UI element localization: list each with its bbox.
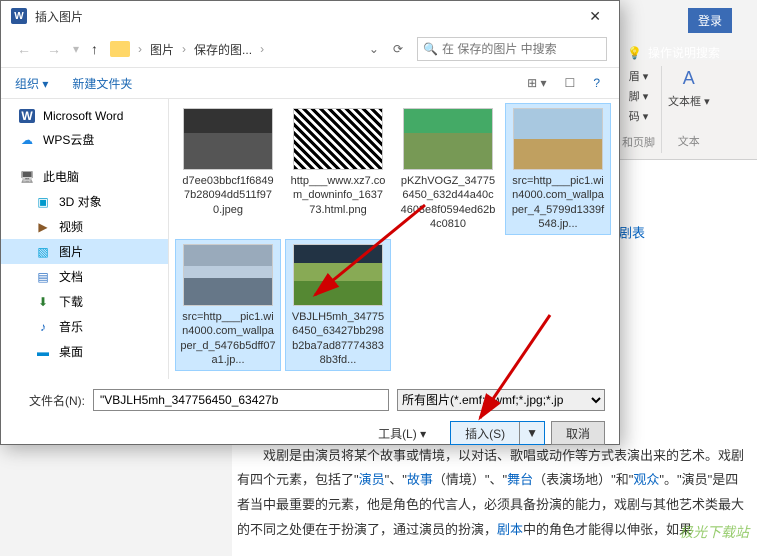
- file-item[interactable]: pKZhVOGZ_347756450_632d44a40c4603e8f0594…: [395, 103, 501, 235]
- sidebar-label: 下载: [59, 293, 83, 310]
- sidebar-item-6[interactable]: ▤ 文档: [1, 264, 168, 289]
- link-script[interactable]: 剧本: [497, 522, 523, 537]
- sidebar-icon: ▶: [35, 220, 51, 234]
- sidebar-item-9[interactable]: ▬ 桌面: [1, 339, 168, 364]
- watermark: 极光下载站: [679, 522, 749, 542]
- sidebar-item-7[interactable]: ⬇ 下载: [1, 289, 168, 314]
- word-icon: W: [11, 8, 27, 24]
- new-folder-button[interactable]: 新建文件夹: [72, 75, 132, 92]
- sidebar-label: 桌面: [59, 343, 83, 360]
- sidebar-label: 音乐: [59, 318, 83, 335]
- file-thumbnail: [293, 244, 383, 306]
- sidebar-icon: ▬: [35, 345, 51, 359]
- link-actor[interactable]: 演员: [359, 472, 385, 487]
- sidebar-item-8[interactable]: ♪ 音乐: [1, 314, 168, 339]
- file-item[interactable]: src=http___pic1.win4000.com_wallpaper_d_…: [175, 239, 281, 371]
- sidebar-label: 视频: [59, 218, 83, 235]
- ribbon-footer-btn[interactable]: 脚 ▾: [629, 88, 649, 104]
- ribbon-group-headerfooter: 和页脚: [622, 134, 655, 150]
- dialog-title: 插入图片: [35, 8, 83, 25]
- sidebar-item-3[interactable]: ▣ 3D 对象: [1, 189, 168, 214]
- sidebar-icon: W: [19, 109, 35, 123]
- link-stage[interactable]: 舞台: [507, 472, 533, 487]
- sidebar-icon: ☁: [19, 133, 35, 147]
- sidebar-icon: 🖥: [19, 170, 35, 184]
- file-list: d7ee03bbcf1f68497b28094dd511f970.jpeg htt…: [169, 99, 619, 379]
- search-icon: 🔍: [423, 42, 438, 56]
- folder-icon[interactable]: [110, 41, 130, 57]
- file-name: pKZhVOGZ_347756450_632d44a40c4603e8f0594…: [400, 174, 496, 230]
- cancel-button[interactable]: 取消: [551, 421, 605, 445]
- sidebar-label: 3D 对象: [59, 193, 102, 210]
- sidebar-item-2[interactable]: 🖥 此电脑: [1, 164, 168, 189]
- ribbon-header-btn[interactable]: 眉 ▾: [629, 68, 649, 84]
- folder-tree: W Microsoft Word ☁ WPS云盘 🖥 此电脑 ▣ 3D 对象 ▶ 视频 ▧ 图片 ▤ 文档…: [1, 99, 169, 379]
- link-audience[interactable]: 观众: [633, 472, 659, 487]
- lightbulb-icon: 💡: [627, 46, 642, 60]
- sidebar-item-0[interactable]: W Microsoft Word: [1, 105, 168, 127]
- file-thumbnail: [513, 108, 603, 170]
- insert-picture-dialog: W 插入图片 ✕ ← → ▾ ↑ › 图片 › 保存的图... › ⌄ ⟳ 🔍 …: [0, 0, 620, 445]
- sidebar-item-1[interactable]: ☁ WPS云盘: [1, 127, 168, 152]
- help-button[interactable]: ?: [588, 73, 605, 93]
- file-thumbnail: [293, 108, 383, 170]
- sidebar-label: Microsoft Word: [43, 109, 123, 123]
- file-name: d7ee03bbcf1f68497b28094dd511f970.jpeg: [180, 174, 276, 217]
- file-name: VBJLH5mh_347756450_63427bb298b2ba7ad8777…: [290, 310, 386, 366]
- nav-up-icon[interactable]: ↑: [87, 41, 102, 57]
- login-button[interactable]: 登录: [688, 8, 732, 33]
- filetype-select[interactable]: 所有图片(*.emf;*.wmf;*.jpg;*.jp: [397, 389, 605, 411]
- nav-history-dd[interactable]: ▾: [73, 42, 79, 56]
- file-item[interactable]: VBJLH5mh_347756450_63427bb298b2ba7ad8777…: [285, 239, 391, 371]
- nav-back-icon[interactable]: ←: [13, 41, 35, 57]
- breadcrumb-pictures[interactable]: 图片: [150, 41, 174, 58]
- textbox-icon[interactable]: A: [683, 68, 695, 89]
- sidebar-icon: ♪: [35, 320, 51, 334]
- nav-forward-icon: →: [43, 41, 65, 57]
- insert-dropdown[interactable]: ▼: [520, 426, 544, 440]
- sidebar-label: 此电脑: [43, 168, 79, 185]
- file-item[interactable]: http___www.xz7.com_downinfo_163773.html.…: [285, 103, 391, 235]
- sidebar-label: 文档: [59, 268, 83, 285]
- preview-pane-button[interactable]: ☐: [560, 73, 581, 93]
- search-input[interactable]: [417, 37, 607, 61]
- crumb-sep: ›: [138, 42, 142, 56]
- breadcrumb-saved[interactable]: 保存的图...: [194, 41, 252, 58]
- insert-button[interactable]: 插入(S) ▼: [450, 421, 545, 445]
- ribbon-group-text: 文本: [678, 133, 700, 149]
- view-mode-button[interactable]: ⊞ ▾: [522, 73, 551, 93]
- tell-me-label[interactable]: 操作说明搜索: [648, 44, 720, 61]
- file-item[interactable]: d7ee03bbcf1f68497b28094dd511f970.jpeg: [175, 103, 281, 235]
- filename-input[interactable]: [93, 389, 389, 411]
- sidebar-icon: ▧: [35, 245, 51, 259]
- organize-button[interactable]: 组织 ▾: [15, 75, 48, 92]
- sidebar-icon: ▤: [35, 270, 51, 284]
- sidebar-label: 图片: [59, 243, 83, 260]
- sidebar-icon: ⬇: [35, 295, 51, 309]
- filename-label: 文件名(N):: [15, 392, 85, 409]
- file-name: http___www.xz7.com_downinfo_163773.html.…: [290, 174, 386, 217]
- refresh-icon[interactable]: ⟳: [387, 42, 409, 56]
- file-name: src=http___pic1.win4000.com_wallpaper_4_…: [510, 174, 606, 230]
- crumb-dd[interactable]: ⌄: [369, 42, 379, 56]
- sidebar-item-5[interactable]: ▧ 图片: [1, 239, 168, 264]
- file-item[interactable]: src=http___pic1.win4000.com_wallpaper_4_…: [505, 103, 611, 235]
- link-story[interactable]: 故事: [407, 472, 433, 487]
- ribbon-pagenum-btn[interactable]: 码 ▾: [629, 108, 649, 124]
- sidebar-icon: ▣: [35, 195, 51, 209]
- sidebar-label: WPS云盘: [43, 131, 94, 148]
- file-thumbnail: [183, 108, 273, 170]
- close-icon[interactable]: ✕: [581, 4, 609, 29]
- file-name: src=http___pic1.win4000.com_wallpaper_d_…: [180, 310, 276, 366]
- ribbon-textbox-btn[interactable]: 文本框 ▾: [668, 93, 710, 109]
- tools-button[interactable]: 工具(L) ▾: [378, 425, 426, 442]
- file-thumbnail: [183, 244, 273, 306]
- sidebar-item-4[interactable]: ▶ 视频: [1, 214, 168, 239]
- file-thumbnail: [403, 108, 493, 170]
